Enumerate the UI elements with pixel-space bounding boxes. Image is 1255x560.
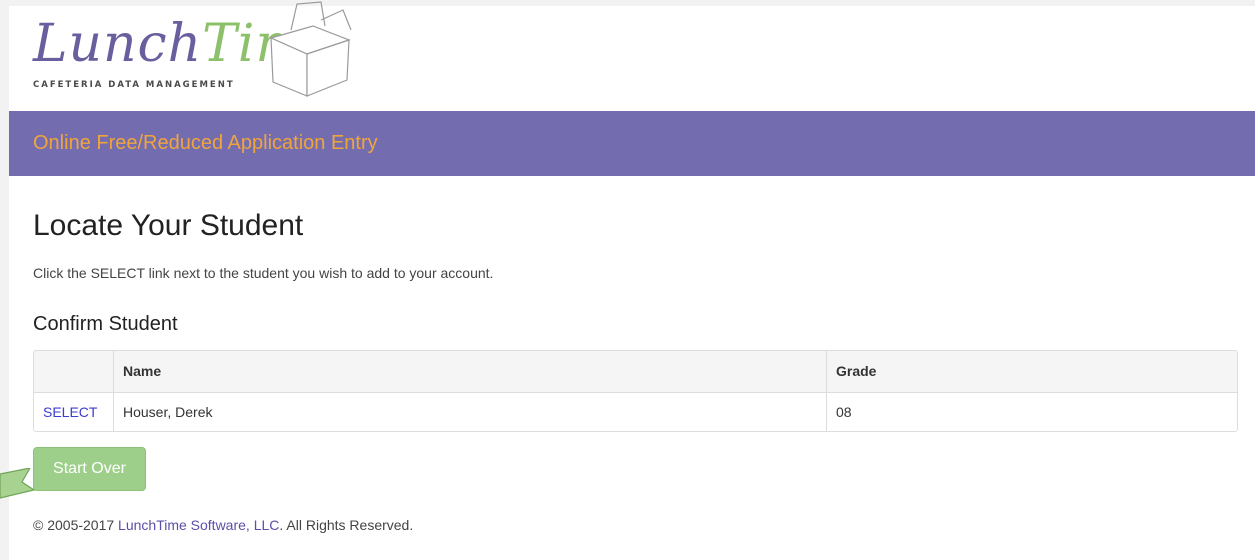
- start-over-button[interactable]: Start Over: [33, 447, 146, 491]
- title-banner: Online Free/Reduced Application Entry: [9, 111, 1255, 176]
- section-title: Confirm Student: [33, 313, 178, 335]
- lunchtime-logo[interactable]: LunchTime CAFETERIA DATA MANAGEMENT: [31, 1, 361, 106]
- footer-company-link[interactable]: LunchTime Software, LLC: [118, 517, 279, 533]
- footer-copyright: © 2005-2017: [33, 517, 119, 533]
- column-header-name: Name: [113, 351, 827, 393]
- table-cell-action: SELECT: [34, 392, 114, 431]
- page-title: Locate Your Student: [33, 209, 304, 242]
- footer: © 2005-2017 LunchTime Software, LLC. All…: [33, 517, 413, 533]
- lunch-box-icon: [269, 1, 352, 97]
- student-table: Name Grade SELECT Houser, Derek 08: [33, 350, 1238, 432]
- table-row: SELECT Houser, Derek 08: [34, 392, 1237, 431]
- column-header-action: [34, 351, 114, 393]
- banner-title: Online Free/Reduced Application Entry: [33, 132, 378, 154]
- table-cell-grade: 08: [836, 404, 852, 421]
- table-cell-name: Houser, Derek: [113, 392, 827, 431]
- logo-word-lunch: Lunch: [33, 14, 203, 74]
- flag-marker-icon: [0, 468, 36, 499]
- logo-tagline: CAFETERIA DATA MANAGEMENT: [33, 80, 235, 90]
- page: LunchTime CAFETERIA DATA MANAGEMENT Onli…: [0, 0, 1255, 560]
- instructions-text: Click the SELECT link next to the studen…: [33, 265, 494, 281]
- column-header-grade: Grade: [826, 351, 1237, 393]
- header: LunchTime CAFETERIA DATA MANAGEMENT: [9, 1, 1255, 111]
- footer-rights: . All Rights Reserved.: [279, 517, 414, 533]
- student-table-grid: Name Grade SELECT Houser, Derek 08: [34, 351, 1237, 431]
- table-header-row: Name Grade: [34, 351, 1237, 393]
- select-student-link[interactable]: SELECT: [43, 404, 97, 420]
